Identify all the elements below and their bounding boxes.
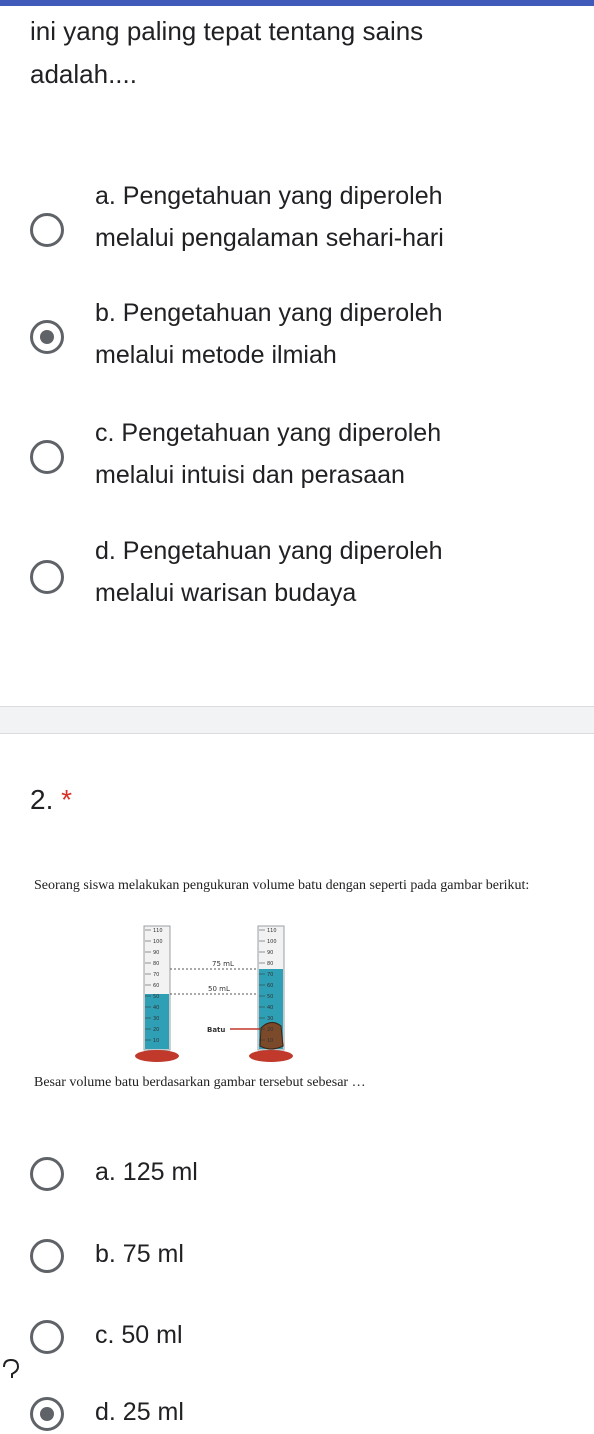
tick-label: 110 xyxy=(267,928,277,934)
question-2-statement: Seorang siswa melakukan pengukuran volum… xyxy=(34,878,530,893)
q1-option-a-label[interactable]: a. Pengetahuan yang diperoleh melalui pe… xyxy=(95,175,555,259)
tick-label: 30 xyxy=(153,1016,159,1022)
tick-label: 50 xyxy=(267,994,273,1000)
label-75ml: 75 mL xyxy=(212,960,234,968)
tick-label: 90 xyxy=(267,950,273,956)
q1-option-a-line-1: a. Pengetahuan yang diperoleh xyxy=(95,182,443,210)
tick-label: 60 xyxy=(153,983,159,989)
top-accent-bar xyxy=(0,0,594,6)
tick-label: 70 xyxy=(267,972,273,978)
question-2-number-text: 2. xyxy=(30,784,54,815)
q2-option-c-label[interactable]: c. 50 ml xyxy=(95,1321,183,1350)
label-50ml: 50 mL xyxy=(208,985,230,993)
tick-label: 110 xyxy=(153,928,163,934)
tick-label: 30 xyxy=(267,1016,273,1022)
q1-option-a-line-2: melalui pengalaman sehari-hari xyxy=(95,224,444,252)
q2-option-a-label[interactable]: a. 125 ml xyxy=(95,1158,198,1187)
q1-option-b-label[interactable]: b. Pengetahuan yang diperoleh melalui me… xyxy=(95,292,555,376)
q1-option-b-line-2: melalui metode ilmiah xyxy=(95,341,337,369)
question-2-ask: Besar volume batu berdasarkan gambar ter… xyxy=(34,1075,366,1090)
tick-label: 40 xyxy=(153,1005,159,1011)
tick-label: 80 xyxy=(267,961,273,967)
q2-option-a-radio[interactable] xyxy=(30,1157,64,1191)
q1-option-b-radio[interactable] xyxy=(30,320,64,354)
question-1-line-2: adalah.... xyxy=(30,59,137,89)
q1-option-d-line-2: melalui warisan budaya xyxy=(95,579,357,607)
q2-option-b-radio[interactable] xyxy=(30,1239,64,1273)
tick-label: 10 xyxy=(153,1038,159,1044)
right-cylinder-base xyxy=(249,1050,293,1062)
tick-label: 100 xyxy=(153,939,163,945)
q1-option-d-radio[interactable] xyxy=(30,560,64,594)
cylinder-figure-svg: 110 100 90 80 70 60 50 40 30 20 10 110 100 90 80 70 60 5… xyxy=(135,925,293,1062)
required-asterisk: * xyxy=(61,784,73,815)
tick-label: 50 xyxy=(153,994,159,1000)
q1-option-c-label[interactable]: c. Pengetahuan yang diperoleh melalui in… xyxy=(95,412,555,496)
tick-label: 90 xyxy=(153,950,159,956)
q1-option-b-line-1: b. Pengetahuan yang diperoleh xyxy=(95,299,443,327)
question-1-text: ini yang paling tepat tentang sains adal… xyxy=(30,10,570,96)
q2-option-c-radio[interactable] xyxy=(30,1320,64,1354)
q2-option-d-radio[interactable] xyxy=(30,1397,64,1431)
q2-option-b-label[interactable]: b. 75 ml xyxy=(95,1240,184,1269)
tick-label: 100 xyxy=(267,939,277,945)
tick-label: 40 xyxy=(267,1005,273,1011)
tick-label: 70 xyxy=(153,972,159,978)
q2-option-d-label[interactable]: d. 25 ml xyxy=(95,1398,184,1427)
q1-option-c-radio[interactable] xyxy=(30,440,64,474)
question-1-line-1: ini yang paling tepat tentang sains xyxy=(30,16,424,46)
tick-label: 80 xyxy=(153,961,159,967)
q1-option-c-line-1: c. Pengetahuan yang diperoleh xyxy=(95,419,442,447)
tick-label: 60 xyxy=(267,983,273,989)
question-2-number: 2. * xyxy=(30,784,72,816)
tick-label: 10 xyxy=(267,1038,273,1044)
cylinder-figure: 110 100 90 80 70 60 50 40 30 20 10 110 100 90 80 70 60 5… xyxy=(130,918,300,1066)
q1-option-d-label[interactable]: d. Pengetahuan yang diperoleh melalui wa… xyxy=(95,530,555,614)
tick-label: 20 xyxy=(267,1027,273,1033)
label-batu: Batu xyxy=(207,1026,225,1034)
q1-option-a-radio[interactable] xyxy=(30,213,64,247)
q1-option-d-line-1: d. Pengetahuan yang diperoleh xyxy=(95,537,443,565)
tick-label: 20 xyxy=(153,1027,159,1033)
question-mark-icon[interactable] xyxy=(0,1358,22,1386)
left-cylinder-base xyxy=(135,1050,179,1062)
q1-option-c-line-2: melalui intuisi dan perasaan xyxy=(95,461,405,489)
section-divider xyxy=(0,706,594,734)
